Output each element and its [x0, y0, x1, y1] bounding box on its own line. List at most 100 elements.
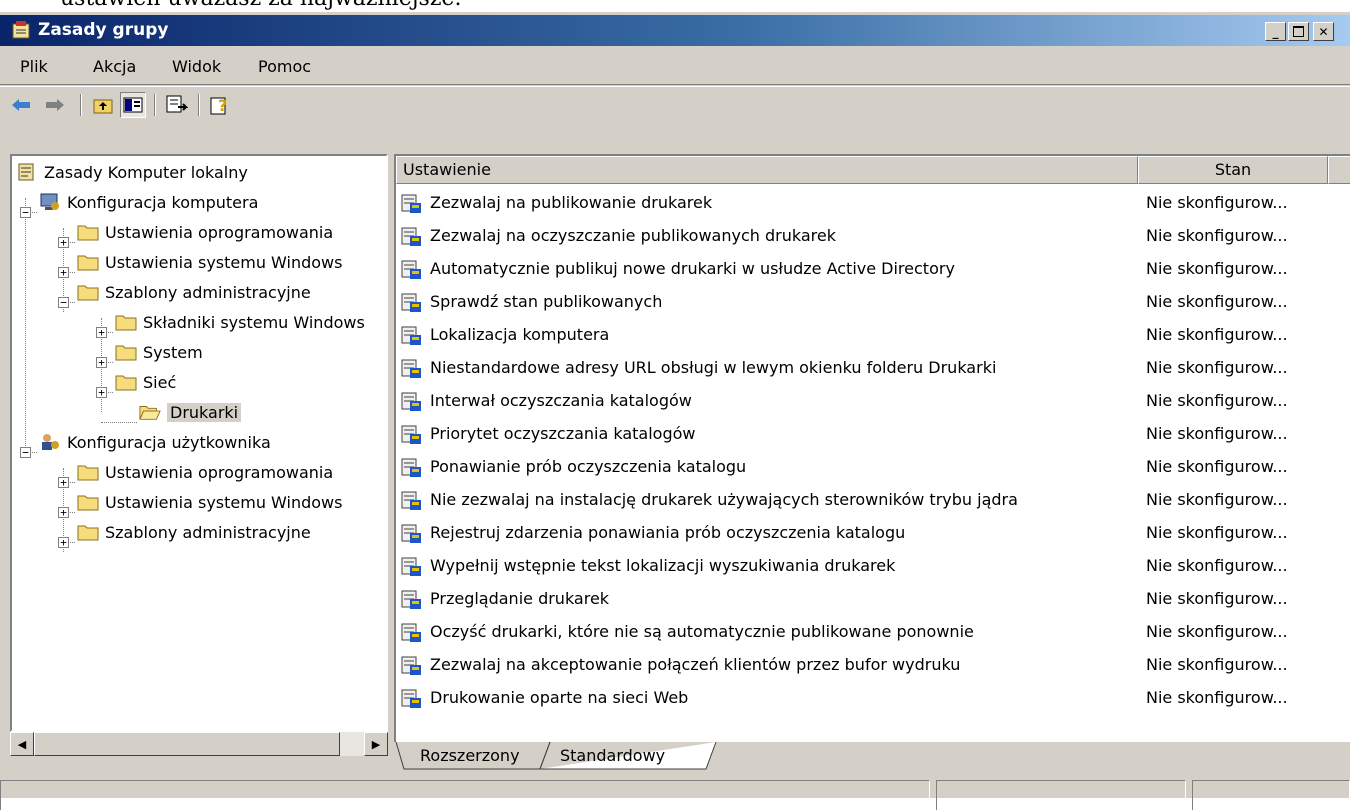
- menu-widok[interactable]: Widok: [172, 57, 221, 76]
- folder-icon: [77, 282, 99, 302]
- folder-icon: [77, 252, 99, 272]
- folder-icon: [77, 522, 99, 542]
- tree-item-windows-components[interactable]: Składniki systemu Windows: [115, 308, 365, 336]
- show-hide-tree-button[interactable]: [120, 92, 146, 118]
- setting-row[interactable]: Przeglądanie drukarek Nie skonfigurow...: [396, 583, 1350, 616]
- up-folder-icon: [93, 99, 113, 114]
- column-header-setting[interactable]: Ustawienie: [396, 156, 1138, 184]
- maximize-button[interactable]: [1288, 22, 1309, 41]
- setting-row[interactable]: Nie zezwalaj na instalację drukarek używ…: [396, 484, 1350, 517]
- setting-state: Nie skonfigurow...: [1146, 622, 1288, 641]
- setting-row[interactable]: Drukowanie oparte na sieci Web Nie skonfi…: [396, 682, 1350, 715]
- computer-config-icon: [39, 192, 61, 212]
- setting-row[interactable]: Zezwalaj na publikowanie drukarek Nie sko…: [396, 187, 1350, 220]
- setting-name: Nie zezwalaj na instalację drukarek używ…: [430, 490, 1018, 509]
- menu-plik[interactable]: Plik: [20, 57, 48, 76]
- setting-row[interactable]: Oczyść drukarki, które nie są automatycz…: [396, 616, 1350, 649]
- folder-icon: [77, 462, 99, 482]
- setting-row[interactable]: Zezwalaj na akceptowanie połączeń klient…: [396, 649, 1350, 682]
- setting-state: Nie skonfigurow...: [1146, 655, 1288, 674]
- scroll-right-icon: ▶: [371, 737, 381, 751]
- folder-icon: [77, 492, 99, 512]
- collapse-toggle[interactable]: −: [58, 297, 69, 308]
- tree-horizontal-scrollbar[interactable]: ◀ ▶: [10, 732, 388, 756]
- tree-item-user-config[interactable]: Konfiguracja użytkownika: [39, 428, 271, 456]
- setting-row[interactable]: Ponawianie prób oczyszczenia katalogu Nie…: [396, 451, 1350, 484]
- setting-row[interactable]: Automatycznie publikuj nowe drukarki w u…: [396, 253, 1350, 286]
- setting-row[interactable]: Rejestruj zdarzenia ponawiania prób oczy…: [396, 517, 1350, 550]
- expand-toggle[interactable]: +: [58, 267, 69, 278]
- collapse-toggle[interactable]: −: [20, 207, 31, 218]
- tree-item-software-settings[interactable]: Ustawienia oprogramowania: [77, 218, 333, 246]
- scroll-right-button[interactable]: ▶: [364, 732, 388, 756]
- title-bar[interactable]: Zasady grupy _ ✕: [0, 15, 1350, 46]
- setting-name: Sprawdź stan publikowanych: [430, 292, 663, 311]
- setting-row[interactable]: Zezwalaj na oczyszczanie publikowanych d…: [396, 220, 1350, 253]
- policy-setting-icon: [401, 227, 421, 246]
- close-button[interactable]: ✕: [1313, 22, 1334, 41]
- tree-item-user-software-settings[interactable]: Ustawienia oprogramowania: [77, 458, 333, 486]
- tree-item-policy-root[interactable]: Zasady Komputer lokalny: [16, 158, 248, 186]
- tree-item-computer-config[interactable]: Konfiguracja komputera: [39, 188, 258, 216]
- close-icon: ✕: [1318, 24, 1329, 39]
- setting-row[interactable]: Niestandardowe adresy URL obsługi w lewy…: [396, 352, 1350, 385]
- setting-state: Nie skonfigurow...: [1146, 292, 1288, 311]
- view-tabs: Rozszerzony Standardowy: [394, 742, 1350, 774]
- tree-item-system[interactable]: System: [115, 338, 203, 366]
- tree-item-network[interactable]: Sieć: [115, 368, 176, 396]
- setting-name: Automatycznie publikuj nowe drukarki w u…: [430, 259, 955, 278]
- setting-name: Wypełnij wstępnie tekst lokalizacji wysz…: [430, 556, 896, 575]
- expand-toggle[interactable]: +: [58, 237, 69, 248]
- export-list-button[interactable]: [164, 92, 190, 118]
- policy-setting-icon: [401, 689, 421, 708]
- open-folder-icon: [139, 402, 161, 422]
- up-one-level-button[interactable]: [90, 92, 116, 118]
- expand-toggle[interactable]: +: [58, 507, 69, 518]
- tab-extended[interactable]: Rozszerzony: [420, 742, 520, 770]
- window-title: Zasady grupy: [38, 20, 169, 40]
- minimize-button[interactable]: _: [1265, 22, 1286, 41]
- policy-setting-icon: [401, 557, 421, 576]
- tree-item-admin-templates[interactable]: Szablony administracyjne: [77, 278, 311, 306]
- tree-item-windows-settings[interactable]: Ustawienia systemu Windows: [77, 248, 342, 276]
- forward-button[interactable]: [42, 92, 68, 118]
- expand-toggle[interactable]: +: [96, 387, 107, 398]
- tree-connector: [101, 422, 137, 423]
- back-button[interactable]: [8, 92, 34, 118]
- column-header-state[interactable]: Stan: [1138, 156, 1328, 184]
- expand-toggle[interactable]: +: [96, 327, 107, 338]
- maximize-icon: [1293, 26, 1304, 37]
- expand-toggle[interactable]: +: [96, 357, 107, 368]
- setting-row[interactable]: Wypełnij wstępnie tekst lokalizacji wysz…: [396, 550, 1350, 583]
- background-document-fragment: ustawień uważasz za najważniejsze.: [0, 0, 1350, 12]
- tree-item-printers[interactable]: Drukarki: [139, 398, 242, 426]
- menu-akcja[interactable]: Akcja: [93, 57, 136, 76]
- column-header-extra[interactable]: [1328, 156, 1350, 184]
- tree-pane[interactable]: − + + − + + + − + + + Zasady Komputer lo…: [10, 154, 388, 732]
- setting-row[interactable]: Interwał oczyszczania katalogów Nie skonf…: [396, 385, 1350, 418]
- expand-toggle[interactable]: +: [58, 477, 69, 488]
- setting-name: Przeglądanie drukarek: [430, 589, 610, 608]
- collapse-toggle[interactable]: −: [20, 447, 31, 458]
- expand-toggle[interactable]: +: [58, 537, 69, 548]
- tab-standard[interactable]: Standardowy: [560, 742, 665, 770]
- policy-setting-icon: [401, 260, 421, 279]
- status-panel-2: [936, 780, 1186, 810]
- setting-state: Nie skonfigurow...: [1146, 424, 1288, 443]
- scroll-left-button[interactable]: ◀: [10, 732, 34, 756]
- policy-setting-icon: [401, 194, 421, 213]
- tree-item-user-windows-settings[interactable]: Ustawienia systemu Windows: [77, 488, 342, 516]
- folder-icon: [115, 312, 137, 332]
- setting-row[interactable]: Lokalizacja komputera Nie skonfigurow...: [396, 319, 1350, 352]
- setting-state: Nie skonfigurow...: [1146, 358, 1288, 377]
- tree-item-user-admin-templates[interactable]: Szablony administracyjne: [77, 518, 311, 546]
- setting-state: Nie skonfigurow...: [1146, 457, 1288, 476]
- settings-list-pane[interactable]: Ustawienie Stan Zezwalaj na publikowanie…: [394, 154, 1350, 742]
- setting-row[interactable]: Sprawdź stan publikowanych Nie skonfiguro…: [396, 286, 1350, 319]
- setting-state: Nie skonfigurow...: [1146, 193, 1288, 212]
- scroll-thumb[interactable]: [34, 732, 340, 756]
- help-button[interactable]: ?: [208, 92, 234, 118]
- setting-state: Nie skonfigurow...: [1146, 490, 1288, 509]
- setting-row[interactable]: Priorytet oczyszczania katalogów Nie skon…: [396, 418, 1350, 451]
- menu-pomoc[interactable]: Pomoc: [258, 57, 311, 76]
